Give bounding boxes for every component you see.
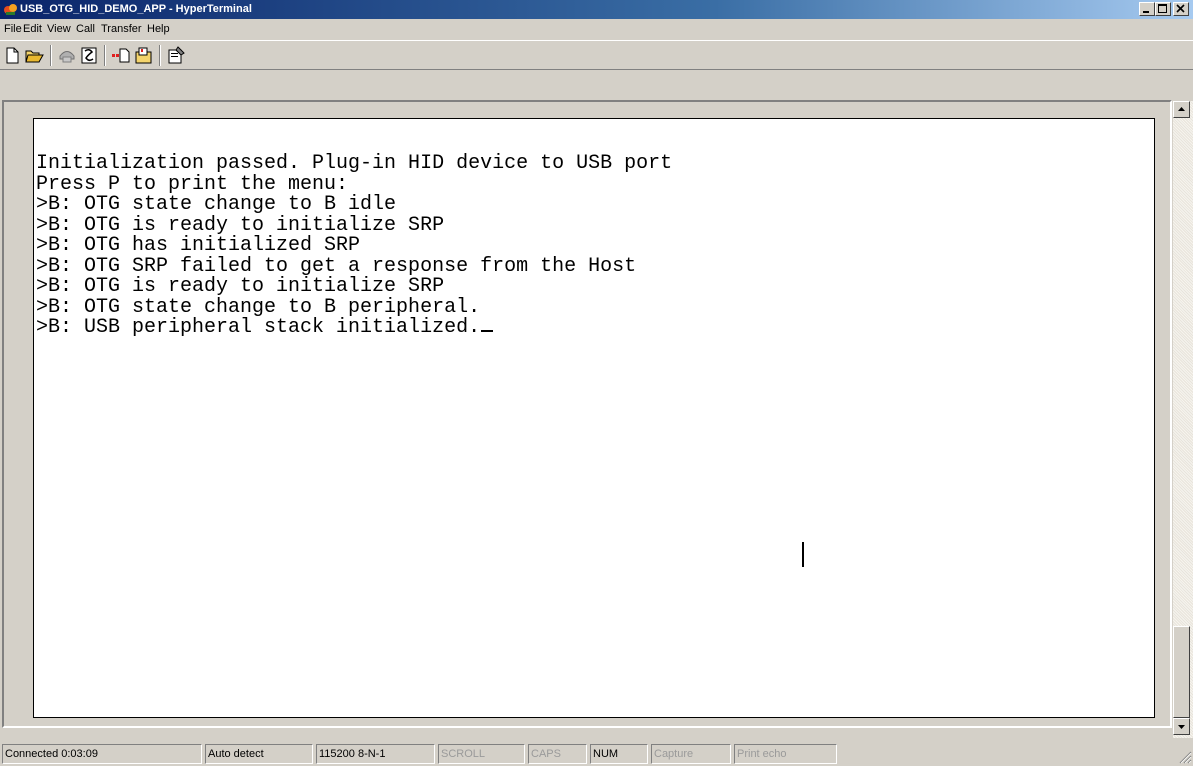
- terminal-line: >B: OTG is ready to initialize SRP: [36, 275, 445, 298]
- disconnect-icon: [59, 51, 75, 63]
- status-bar: Connected 0:03:09 Auto detect 115200 8-N…: [0, 740, 1193, 766]
- menu-view[interactable]: View: [47, 22, 71, 36]
- minimize-icon: [1143, 11, 1149, 13]
- status-caps-lock: CAPS: [528, 744, 587, 764]
- receive-icon: [135, 47, 152, 64]
- open-button[interactable]: [24, 45, 45, 66]
- terminal-line: >B: OTG SRP failed to get a response fro…: [36, 254, 637, 278]
- new-connection-button[interactable]: [2, 45, 23, 66]
- maximize-icon: [1158, 4, 1167, 13]
- arrow-down-icon: [1178, 725, 1185, 729]
- disconnect-button[interactable]: [57, 45, 78, 66]
- menu-edit[interactable]: Edit: [23, 22, 42, 36]
- text-cursor: [481, 330, 494, 332]
- status-num-lock: NUM: [590, 744, 648, 764]
- menu-bar: File Edit View Call Transfer Help: [0, 19, 1193, 39]
- arrow-up-icon: [1178, 107, 1185, 111]
- status-connected: Connected 0:03:09: [2, 744, 202, 764]
- hyperterminal-app-icon[interactable]: [3, 2, 18, 17]
- scroll-down-button[interactable]: [1173, 718, 1190, 735]
- terminal-line: >B: OTG is ready to initialize SRP: [36, 213, 445, 237]
- terminal-line: >B: OTG state change to B idle: [36, 193, 397, 216]
- status-detect: Auto detect: [205, 744, 313, 764]
- vertical-scrollbar[interactable]: [1173, 101, 1193, 738]
- terminal-output: Initialization passed. Plug-in HID devic…: [36, 152, 673, 339]
- terminal-screen[interactable]: Initialization passed. Plug-in HID devic…: [33, 118, 1155, 718]
- dial-icon: [81, 47, 97, 64]
- status-capture: Capture: [651, 744, 731, 764]
- menu-call[interactable]: Call: [76, 22, 95, 36]
- terminal-line: Press P to print the menu:: [36, 172, 349, 196]
- scrollbar-thumb[interactable]: [1173, 626, 1190, 718]
- properties-button[interactable]: [166, 45, 187, 66]
- status-port-settings: 115200 8-N-1: [316, 744, 435, 764]
- terminal-line-last: >B: USB peripheral stack initialized.: [36, 316, 672, 339]
- terminal-line-text: >B: USB peripheral stack initialized.: [36, 316, 481, 339]
- menu-help[interactable]: Help: [147, 22, 170, 36]
- send-button[interactable]: [110, 45, 131, 66]
- menu-transfer[interactable]: Transfer: [101, 22, 142, 36]
- ibeam-mouse-pointer: [802, 542, 804, 567]
- receive-button[interactable]: [133, 45, 154, 66]
- window-title: USB_OTG_HID_DEMO_APP - HyperTerminal: [20, 3, 252, 15]
- send-icon: [112, 48, 130, 63]
- toolbar-separator: [104, 45, 106, 66]
- resize-grip-icon[interactable]: [1176, 748, 1192, 764]
- terminal-line: >B: OTG state change to B peripheral.: [36, 295, 481, 319]
- menu-file[interactable]: File: [4, 22, 22, 36]
- close-icon: [1176, 4, 1185, 13]
- terminal-line: >B: OTG has initialized SRP: [36, 234, 361, 257]
- open-icon: [25, 50, 44, 63]
- maximize-button[interactable]: [1155, 2, 1171, 16]
- terminal-line: Initialization passed. Plug-in HID devic…: [36, 152, 673, 175]
- toolbar: [0, 40, 1193, 70]
- toolbar-separator: [50, 45, 52, 66]
- close-button[interactable]: [1173, 2, 1189, 16]
- status-print-echo: Print echo: [734, 744, 837, 764]
- toolbar-separator: [159, 45, 161, 66]
- title-bar[interactable]: USB_OTG_HID_DEMO_APP - HyperTerminal: [0, 0, 1193, 19]
- minimize-button[interactable]: [1139, 2, 1155, 16]
- status-scroll-lock: SCROLL: [438, 744, 525, 764]
- dial-button[interactable]: [79, 45, 100, 66]
- properties-icon: [168, 46, 185, 64]
- scroll-up-button[interactable]: [1173, 101, 1190, 118]
- new-icon: [6, 47, 19, 64]
